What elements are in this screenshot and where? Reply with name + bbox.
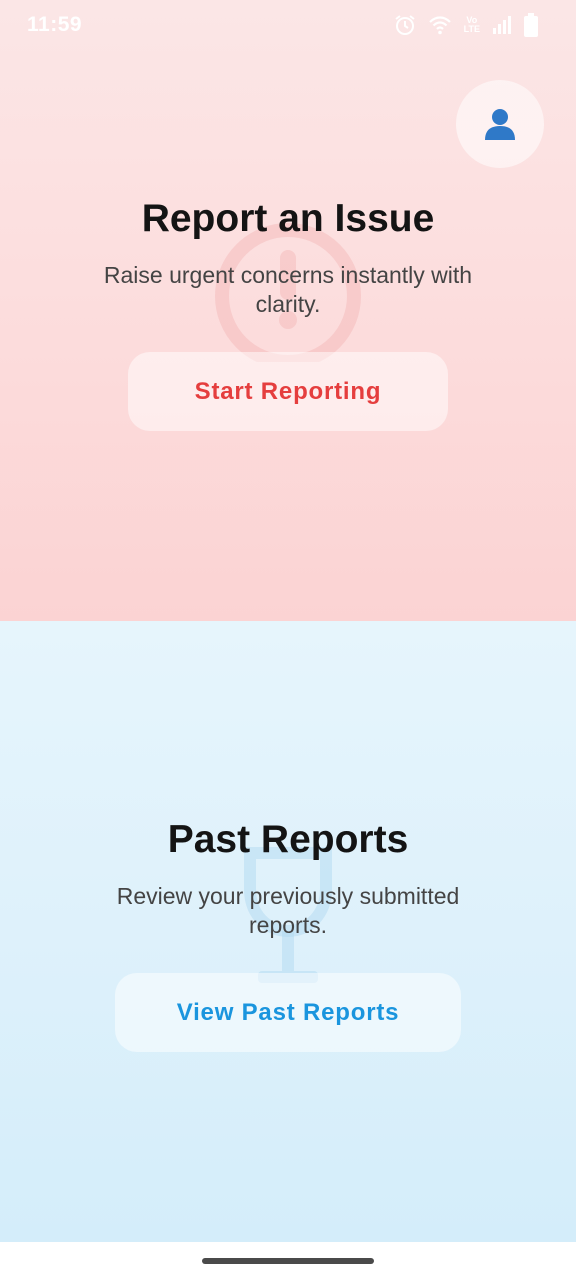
signal-icon (493, 16, 511, 34)
wifi-icon (428, 16, 451, 35)
view-past-reports-button[interactable]: View Past Reports (115, 973, 461, 1052)
home-screen: Report an Issue Raise urgent concerns in… (0, 0, 576, 1280)
volte-indicator: Vo LTE (463, 15, 480, 34)
report-issue-panel: Report an Issue Raise urgent concerns in… (0, 0, 576, 621)
person-icon (485, 109, 515, 140)
navigation-bar (0, 1242, 576, 1280)
battery-icon (524, 13, 538, 37)
alarm-icon (395, 15, 415, 35)
status-time: 11:59 (27, 13, 83, 36)
profile-button[interactable] (456, 80, 544, 168)
report-title: Report an Issue (141, 197, 435, 240)
report-subtitle: Raise urgent concerns instantly with cla… (103, 262, 473, 317)
past-reports-title: Past Reports (167, 818, 409, 861)
status-icons: Vo LTE (394, 13, 538, 37)
home-gesture-handle[interactable] (202, 1258, 374, 1264)
status-bar: 11:59 Vo LTE (0, 0, 576, 54)
past-reports-subtitle: Review your previously submitted reports… (116, 883, 460, 938)
start-reporting-button[interactable]: Start Reporting (128, 352, 448, 431)
past-reports-panel: Past Reports Review your previously subm… (0, 621, 576, 1242)
